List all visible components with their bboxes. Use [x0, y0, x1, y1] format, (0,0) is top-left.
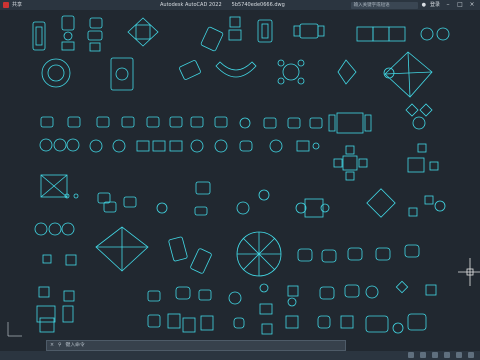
command-search-icon[interactable]: ⚲: [58, 341, 62, 350]
ortho-toggle-icon[interactable]: [432, 352, 438, 358]
ucs-icon: [7, 322, 22, 337]
search-input[interactable]: 输入关键字或短语: [350, 2, 418, 9]
status-bar: [0, 351, 480, 360]
share-menu[interactable]: 共享: [12, 0, 22, 10]
furniture-drawing: [7, 15, 480, 337]
close-icon[interactable]: ×: [468, 1, 476, 9]
file-title: 5b5740ede0666.dwg: [231, 2, 285, 8]
sign-in-link[interactable]: 登录: [430, 0, 440, 10]
command-line[interactable]: × ⚲ 键入命令: [46, 340, 346, 351]
title-bar: 共享 Autodesk AutoCAD 2022 5b5740ede0666.d…: [0, 0, 480, 10]
app-title: Autodesk AutoCAD 2022: [160, 2, 222, 8]
settings-icon[interactable]: [468, 352, 474, 358]
grid-toggle-icon[interactable]: [408, 352, 414, 358]
polar-toggle-icon[interactable]: [444, 352, 450, 358]
minimize-icon[interactable]: –: [444, 1, 452, 9]
crosshair-cursor: [458, 258, 480, 286]
drawing-canvas[interactable]: [0, 10, 480, 338]
command-input[interactable]: 键入命令: [66, 341, 85, 350]
osnap-toggle-icon[interactable]: [456, 352, 462, 358]
user-icon[interactable]: ●: [422, 0, 426, 10]
maximize-icon[interactable]: □: [456, 1, 464, 9]
app-menu-icon[interactable]: [3, 2, 9, 8]
command-close-icon[interactable]: ×: [50, 341, 54, 350]
snap-toggle-icon[interactable]: [420, 352, 426, 358]
